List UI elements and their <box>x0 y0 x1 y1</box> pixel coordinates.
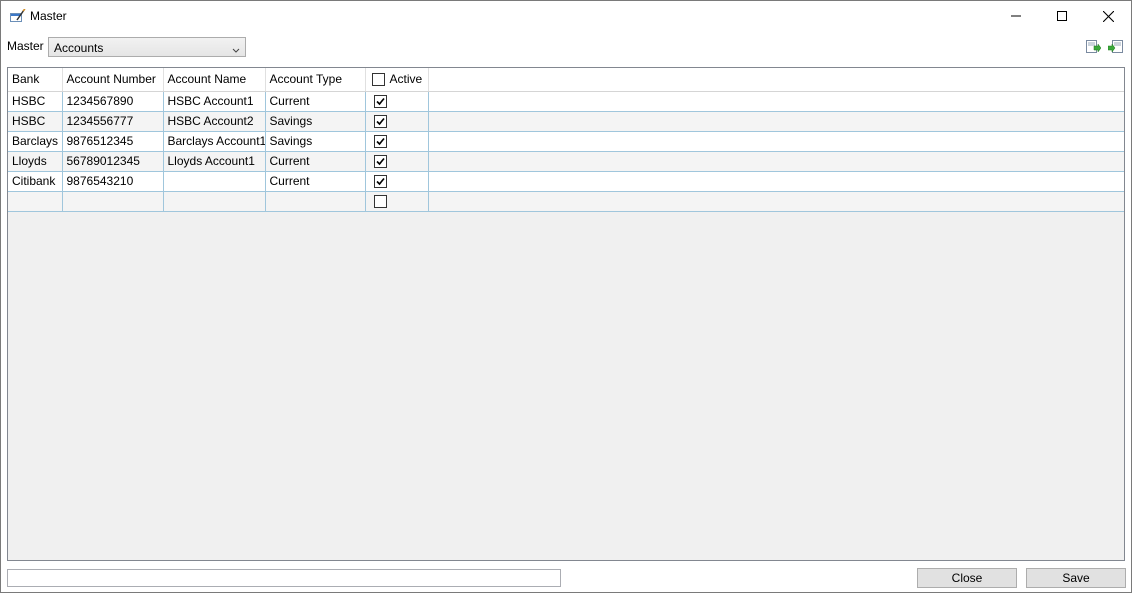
cell-bank[interactable]: Lloyds <box>8 151 63 172</box>
table-row[interactable]: HSBC 1234567890 HSBC Account1 Current <box>8 91 1124 112</box>
cell-active[interactable] <box>365 191 429 212</box>
table-row[interactable]: Barclays 9876512345 Barclays Account1 Savin… <box>8 131 1124 152</box>
cell-active[interactable] <box>365 111 429 132</box>
column-header-label: Account Type <box>269 72 343 87</box>
cell-account-name[interactable]: Barclays Account1 <box>163 131 266 152</box>
accounts-table: Bank Account Number Account Name Account… <box>8 68 1124 212</box>
cell-bank[interactable]: Barclays <box>8 131 63 152</box>
active-checkbox[interactable] <box>373 135 387 149</box>
status-field[interactable] <box>7 569 561 587</box>
checkmark-icon <box>375 138 385 146</box>
cell-filler <box>428 91 1124 112</box>
cell-account-type[interactable] <box>265 191 366 212</box>
cell-account-type[interactable]: Savings <box>265 131 366 152</box>
cell-account-name[interactable]: HSBC Account2 <box>163 111 266 132</box>
cell-account-type[interactable]: Savings <box>265 111 366 132</box>
grid-header-row: Bank Account Number Account Name Account… <box>8 68 1124 92</box>
minimize-button[interactable] <box>993 1 1039 31</box>
cell-account-number[interactable]: 56789012345 <box>62 151 164 172</box>
cell-filler <box>428 151 1124 172</box>
cell-bank[interactable]: HSBC <box>8 91 63 112</box>
maximize-button[interactable] <box>1039 1 1085 31</box>
cell-account-number[interactable]: 9876512345 <box>62 131 164 152</box>
column-header-label: Bank <box>12 72 40 87</box>
column-header-account-number[interactable]: Account Number <box>62 68 164 92</box>
checkmark-icon <box>375 178 385 186</box>
checkmark-icon <box>375 98 385 106</box>
column-header-bank[interactable]: Bank <box>8 68 63 92</box>
window-title: Master <box>30 9 67 23</box>
column-header-active[interactable]: Active <box>365 68 429 92</box>
chevron-down-icon <box>232 43 240 57</box>
master-label: Master <box>7 39 44 53</box>
checkmark-icon <box>375 158 385 166</box>
close-window-button[interactable] <box>1085 1 1131 31</box>
minimize-icon <box>1011 15 1021 17</box>
import-icon <box>1086 40 1102 53</box>
table-row[interactable]: Citibank 9876543210 Current <box>8 171 1124 192</box>
export-button[interactable] <box>1107 38 1124 54</box>
table-row[interactable]: Lloyds 56789012345 Lloyds Account1 Current <box>8 151 1124 172</box>
checkmark-icon <box>375 118 385 126</box>
master-window: Master Master Accounts Bank Account Numb… <box>0 0 1132 593</box>
cell-filler <box>428 191 1124 212</box>
cell-account-type[interactable]: Current <box>265 171 366 192</box>
close-button[interactable]: Close <box>917 568 1017 588</box>
active-checkbox[interactable] <box>373 95 387 109</box>
maximize-icon <box>1057 11 1067 21</box>
cell-account-name[interactable] <box>163 191 266 212</box>
save-button[interactable]: Save <box>1026 568 1126 588</box>
cell-account-number[interactable]: 9876543210 <box>62 171 164 192</box>
cell-account-type[interactable]: Current <box>265 151 366 172</box>
table-row[interactable]: HSBC 1234556777 HSBC Account2 Savings <box>8 111 1124 132</box>
cell-account-number[interactable]: 1234567890 <box>62 91 164 112</box>
cell-filler <box>428 111 1124 132</box>
column-header-filler <box>428 68 1124 92</box>
cell-filler <box>428 131 1124 152</box>
cell-account-name[interactable]: HSBC Account1 <box>163 91 266 112</box>
select-all-checkbox[interactable] <box>371 73 385 87</box>
column-header-account-name[interactable]: Account Name <box>163 68 266 92</box>
cell-active[interactable] <box>365 151 429 172</box>
cell-filler <box>428 171 1124 192</box>
cell-active[interactable] <box>365 91 429 112</box>
active-checkbox[interactable] <box>373 115 387 129</box>
close-icon <box>1102 10 1114 22</box>
cell-bank[interactable]: HSBC <box>8 111 63 132</box>
import-button[interactable] <box>1085 38 1102 54</box>
cell-active[interactable] <box>365 171 429 192</box>
active-checkbox[interactable] <box>373 155 387 169</box>
app-window-icon <box>10 8 26 23</box>
active-checkbox[interactable] <box>373 175 387 189</box>
title-bar: Master <box>1 1 1131 31</box>
master-select[interactable]: Accounts <box>48 37 246 57</box>
cell-active[interactable] <box>365 131 429 152</box>
cell-account-name[interactable]: Lloyds Account1 <box>163 151 266 172</box>
cell-bank[interactable] <box>8 191 63 212</box>
export-icon <box>1107 40 1123 53</box>
cell-account-type[interactable]: Current <box>265 91 366 112</box>
cell-bank[interactable]: Citibank <box>8 171 63 192</box>
active-checkbox[interactable] <box>373 195 387 209</box>
cell-account-number[interactable]: 1234556777 <box>62 111 164 132</box>
cell-account-number[interactable] <box>62 191 164 212</box>
table-row[interactable] <box>8 191 1124 212</box>
column-header-label: Account Number <box>66 72 156 87</box>
cell-account-name[interactable] <box>163 171 266 192</box>
master-select-value: Accounts <box>54 41 104 55</box>
column-header-account-type[interactable]: Account Type <box>265 68 366 92</box>
column-header-label: Account Name <box>167 72 247 87</box>
column-header-label: Active <box>389 72 423 87</box>
accounts-grid[interactable]: Bank Account Number Account Name Account… <box>7 67 1125 561</box>
